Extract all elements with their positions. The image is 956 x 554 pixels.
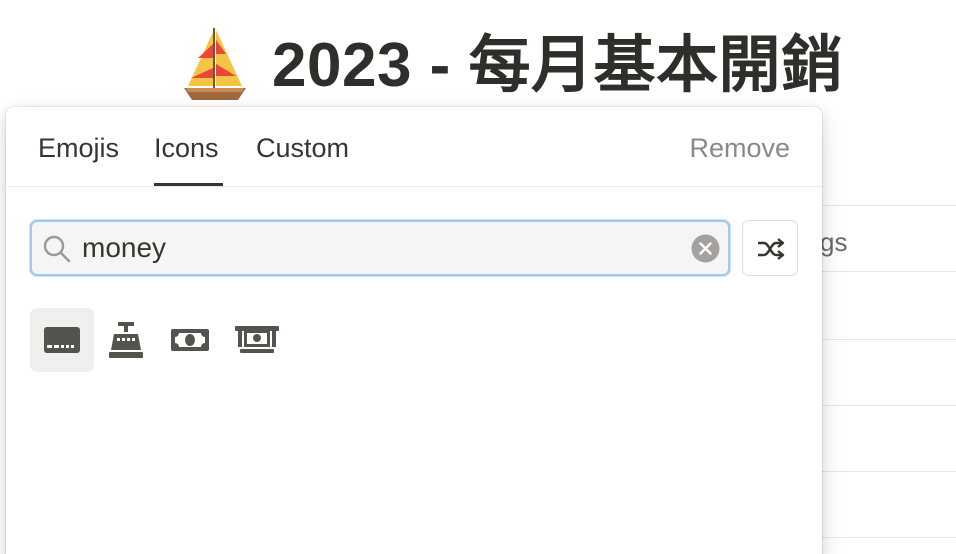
- table-header-partial: gs: [820, 227, 848, 257]
- icon-results: [30, 308, 310, 372]
- bills-stack-icon-option[interactable]: [222, 308, 286, 372]
- icon-picker-popover: Emojis Icons Custom Remove: [6, 107, 822, 554]
- notion-page: 2023 - 每月基本開銷 gs Emojis Icons Custom Rem…: [0, 0, 956, 554]
- table-row-divider: [820, 271, 956, 272]
- table-row-divider: [820, 205, 956, 206]
- background-table: gs: [820, 205, 956, 554]
- tab-icons[interactable]: Icons: [154, 133, 219, 164]
- table-row-divider: [820, 405, 956, 406]
- table-row-divider: [820, 339, 956, 340]
- credit-card-icon-option[interactable]: [30, 308, 94, 372]
- remove-button[interactable]: Remove: [689, 133, 790, 164]
- search-icon: [42, 234, 72, 264]
- tab-emojis[interactable]: Emojis: [38, 133, 119, 164]
- table-row-divider: [820, 471, 956, 472]
- table-row-divider: [820, 537, 956, 538]
- active-tab-indicator: [154, 183, 223, 186]
- page-title[interactable]: 2023 - 每月基本開銷: [272, 26, 844, 106]
- cash-register-icon: [109, 322, 143, 358]
- bills-stack-icon: [235, 326, 279, 353]
- sailboat-page-icon[interactable]: [180, 24, 250, 104]
- icon-picker-tabs: Emojis Icons Custom Remove: [6, 107, 822, 187]
- clear-icon[interactable]: [691, 234, 720, 263]
- cash-register-icon-option[interactable]: [94, 308, 158, 372]
- banknote-icon: [171, 329, 209, 351]
- search-input[interactable]: [82, 222, 682, 274]
- banknote-icon-option[interactable]: [158, 308, 222, 372]
- search-field[interactable]: [30, 220, 730, 276]
- credit-card-icon: [44, 327, 80, 353]
- shuffle-button[interactable]: [742, 220, 798, 276]
- shuffle-icon: [758, 238, 785, 260]
- tab-custom[interactable]: Custom: [256, 133, 349, 164]
